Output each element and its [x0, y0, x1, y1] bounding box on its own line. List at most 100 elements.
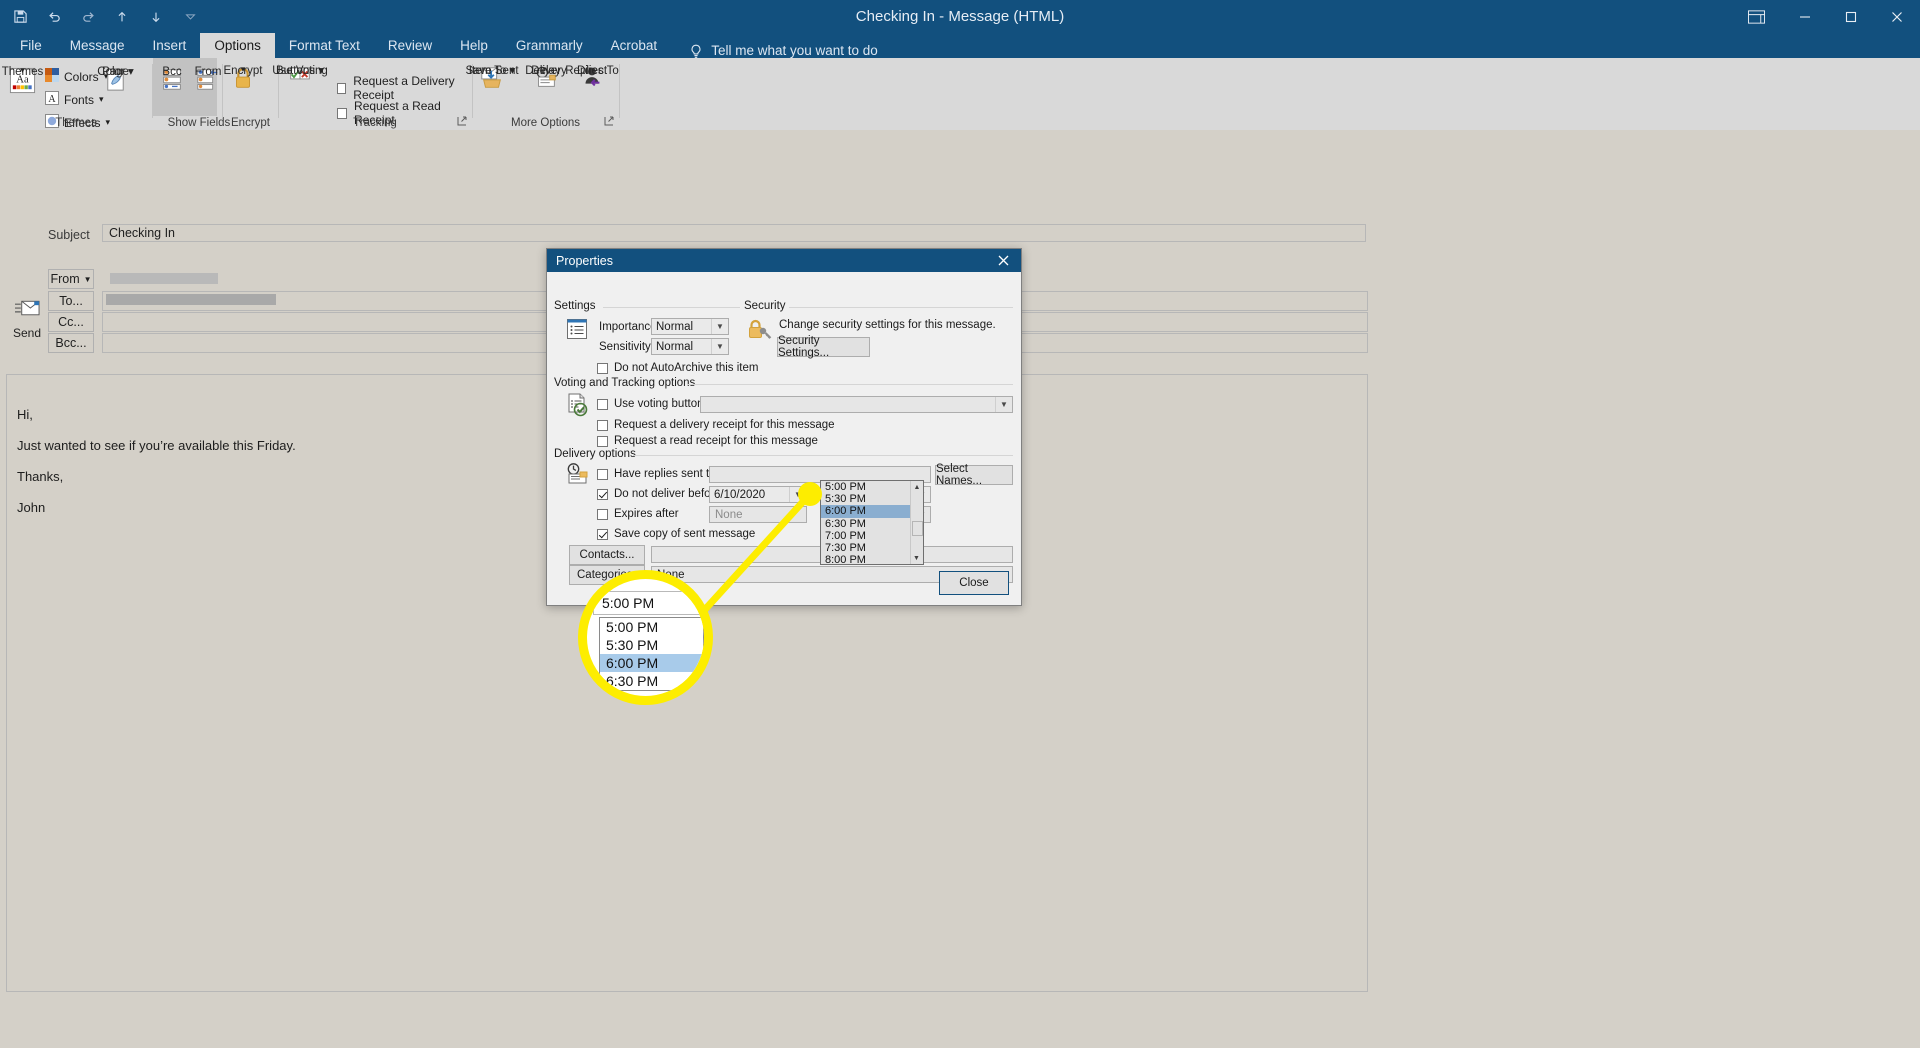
restore-button[interactable]	[1828, 0, 1874, 33]
clock-delivery-icon	[565, 462, 591, 493]
importance-dropdown[interactable]: Normal ▼	[651, 318, 729, 335]
subject-input[interactable]: Checking In	[102, 224, 1366, 242]
time-option[interactable]: 7:00 PM	[821, 530, 923, 542]
checkbox-box[interactable]	[597, 508, 608, 520]
voting-ballot-icon	[565, 392, 591, 423]
time-option[interactable]: 6:30 PM	[821, 518, 923, 530]
window-title: Checking In - Message (HTML)	[855, 8, 1065, 25]
security-settings-button[interactable]: Security Settings...	[777, 335, 870, 359]
expires-after-checkbox[interactable]: Expires after	[597, 508, 679, 520]
scrollbar-thumb[interactable]	[912, 521, 923, 536]
select-names-button[interactable]: Select Names...	[935, 463, 1013, 487]
lightbulb-icon	[689, 44, 703, 58]
have-replies-sent-to-checkbox[interactable]: Have replies sent to	[597, 468, 716, 480]
tab-file[interactable]: File	[6, 33, 56, 58]
bcc-button[interactable]: Bcc	[159, 66, 185, 92]
from-button[interactable]: From	[195, 66, 221, 92]
use-voting-buttons-button[interactable]: Use Voting Buttons ▾	[272, 65, 328, 91]
direct-replies-to-button[interactable]: Direct Replies To	[565, 65, 619, 91]
minimize-button[interactable]	[1782, 0, 1828, 33]
close-button[interactable]	[1874, 0, 1920, 33]
save-sent-label-2[interactable]: Item To ▾	[469, 65, 515, 78]
save-sent-item-to-button[interactable]: Save Sent Item To ▾	[465, 65, 519, 91]
chevron-down-icon[interactable]: ▼	[711, 339, 728, 354]
bcc-field-button[interactable]: Bcc...	[48, 333, 94, 353]
page-color-label-2[interactable]: Color ▾	[97, 66, 133, 79]
bcc-label: Bcc	[162, 66, 182, 78]
request-delivery-receipt-checkbox-dialog[interactable]: Request a delivery receipt for this mess…	[597, 419, 835, 431]
fonts-button[interactable]: A Fonts ▾	[45, 91, 104, 108]
contacts-button[interactable]: Contacts...	[569, 545, 645, 565]
magnified-option-selected: 6:00 PM	[600, 654, 703, 672]
do-not-deliver-date-dropdown[interactable]: 6/10/2020 ▼	[709, 486, 807, 503]
encrypt-button[interactable]: Encrypt ▾	[224, 65, 263, 91]
checkbox-box[interactable]	[597, 488, 608, 500]
time-option[interactable]: 8:00 PM	[821, 554, 923, 566]
ribbon-display-options-icon[interactable]	[1736, 0, 1776, 33]
scroll-down-arrow-icon[interactable]: ▼	[911, 552, 922, 564]
save-copy-of-sent-message-checkbox[interactable]: Save copy of sent message	[597, 528, 755, 540]
themes-button[interactable]: Aa Themes ▾	[2, 66, 43, 95]
tell-me-search[interactable]: Tell me what you want to do	[689, 43, 878, 58]
subject-label: Subject	[48, 228, 90, 242]
tab-message[interactable]: Message	[56, 33, 139, 58]
outlook-message-window: Checking In - Message (HTML) File Messag…	[0, 0, 1920, 1048]
cc-field-button[interactable]: Cc...	[48, 312, 94, 332]
time-option[interactable]: 5:00 PM	[821, 481, 923, 493]
body-line-2: Just wanted to see if you’re available t…	[17, 438, 296, 453]
checkbox-box[interactable]	[597, 362, 608, 374]
tracking-dialog-launcher-icon[interactable]	[457, 116, 467, 129]
tab-acrobat[interactable]: Acrobat	[597, 33, 672, 58]
use-voting-buttons-checkbox[interactable]: Use voting buttons	[597, 398, 709, 410]
time-option[interactable]: 5:30 PM	[821, 493, 923, 505]
request-delivery-receipt-checkbox[interactable]: Request a Delivery Receipt	[337, 74, 471, 102]
checkbox-box[interactable]	[597, 468, 608, 480]
use-voting-label-2[interactable]: Buttons ▾	[276, 65, 324, 78]
page-color-button[interactable]: Page Color ▾	[97, 66, 134, 93]
save-copy-label: Save copy of sent message	[614, 528, 756, 540]
time-option[interactable]: 7:30 PM	[821, 542, 923, 554]
delay-delivery-button[interactable]: Delay Delivery	[525, 65, 567, 91]
use-voting-buttons-label: Use voting buttons	[614, 398, 710, 410]
do-not-autoarchive-checkbox[interactable]: Do not AutoArchive this item	[597, 362, 758, 374]
tab-review[interactable]: Review	[374, 33, 446, 58]
voting-buttons-dropdown[interactable]: ▼	[700, 396, 1013, 413]
time-dropdown-list[interactable]: 5:00 PM 5:30 PM 6:00 PM 6:30 PM 7:00 PM …	[820, 480, 924, 566]
security-description: Change security settings for this messag…	[779, 319, 996, 331]
chevron-down-icon[interactable]: ▼	[995, 397, 1012, 412]
do-not-deliver-date-value: 6/10/2020	[714, 488, 766, 501]
checkbox-box[interactable]	[337, 82, 347, 94]
tab-insert[interactable]: Insert	[139, 33, 201, 58]
expires-after-date-input[interactable]: None	[709, 506, 807, 523]
ribbon-tabs: File Message Insert Options Format Text …	[0, 33, 1920, 58]
scroll-up-arrow-icon[interactable]: ▲	[911, 481, 923, 493]
importance-settings-icon	[565, 317, 589, 346]
chevron-down-icon[interactable]: ▼	[711, 319, 728, 334]
sensitivity-dropdown[interactable]: Normal ▼	[651, 338, 729, 355]
tab-help[interactable]: Help	[446, 33, 502, 58]
checkbox-box[interactable]	[597, 528, 608, 540]
from-field-button[interactable]: From ▼	[48, 269, 94, 289]
more-options-dialog-launcher-icon[interactable]	[604, 116, 614, 129]
dialog-close-icon[interactable]	[985, 249, 1021, 272]
dialog-close-button[interactable]: Close	[939, 571, 1009, 595]
request-read-receipt-checkbox-dialog[interactable]: Request a read receipt for this message	[597, 435, 818, 447]
to-recipient-redacted	[106, 294, 276, 305]
fonts-chevron-down-icon[interactable]: ▾	[99, 94, 104, 105]
tab-options[interactable]: Options	[200, 33, 275, 58]
send-button[interactable]: Send	[8, 290, 46, 348]
colors-icon	[45, 68, 59, 85]
dropdown-scrollbar[interactable]: ▲ ▼	[910, 481, 923, 564]
send-icon	[14, 299, 40, 322]
checkbox-box[interactable]	[597, 419, 608, 431]
checkbox-box[interactable]	[597, 398, 608, 410]
to-field-button[interactable]: To...	[48, 291, 94, 311]
checkbox-box[interactable]	[597, 435, 608, 447]
do-not-deliver-before-checkbox[interactable]: Do not deliver before	[597, 488, 721, 500]
tab-grammarly[interactable]: Grammarly	[502, 33, 597, 58]
tab-format-text[interactable]: Format Text	[275, 33, 374, 58]
time-option-selected[interactable]: 6:00 PM	[821, 505, 923, 518]
themes-dropdown-icon[interactable]: ▾	[20, 66, 25, 75]
encrypt-chevron-down-icon[interactable]: ▾	[241, 65, 246, 74]
do-not-deliver-label: Do not deliver before	[614, 488, 721, 500]
